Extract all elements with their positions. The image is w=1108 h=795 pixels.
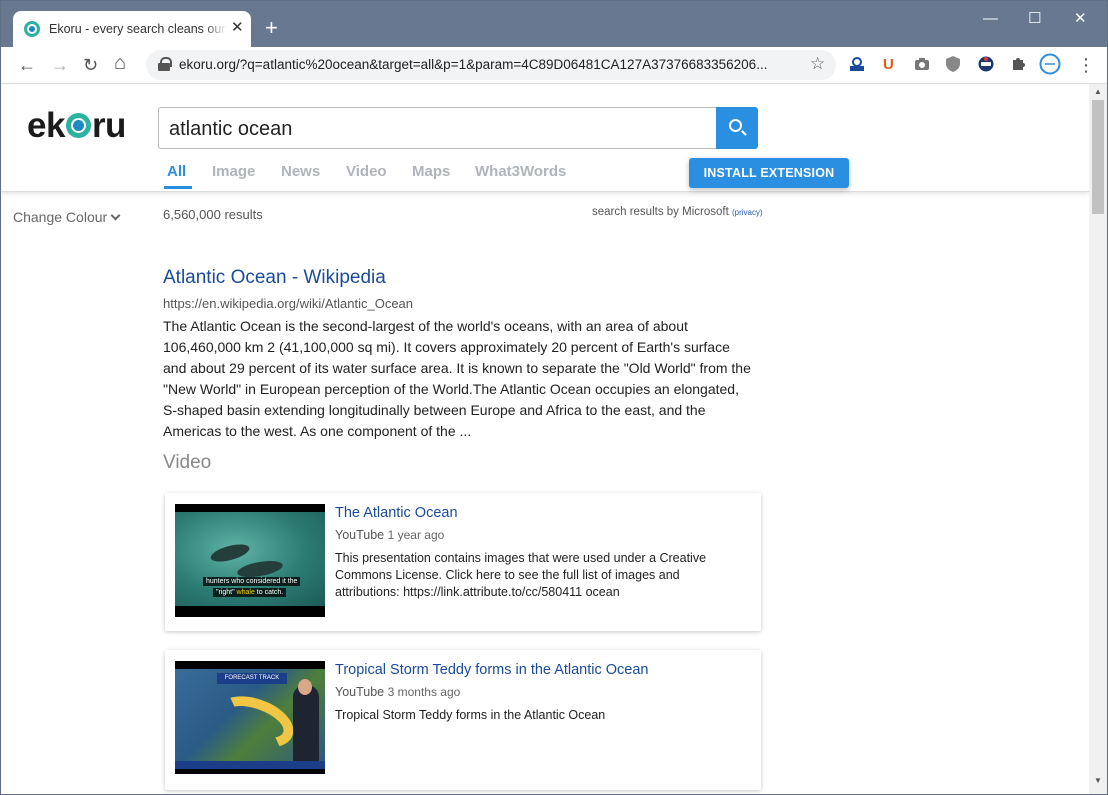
result-title-link[interactable]: Atlantic Ocean - Wikipedia <box>163 267 386 289</box>
scroll-down-icon[interactable]: ▼ <box>1094 776 1102 785</box>
browser-toolbar: ← → ↻ ⌂ ekoru.org/?q=atlantic%20ocean&ta… <box>1 47 1107 84</box>
page-content: ek ru atlantic ocean All Image News Video… <box>1 84 1089 794</box>
change-colour-dropdown[interactable]: Change Colour <box>13 209 121 225</box>
install-extension-button[interactable]: INSTALL EXTENSION <box>689 158 849 188</box>
video-card[interactable]: hunters who considered it the "right" wh… <box>165 493 761 631</box>
extensions-puzzle-icon[interactable] <box>1010 56 1026 77</box>
browser-tab[interactable]: Ekoru - every search cleans our oceans ✕ <box>13 11 251 47</box>
search-query-text[interactable]: atlantic ocean <box>169 118 292 141</box>
forward-icon[interactable]: → <box>51 55 69 75</box>
menu-icon[interactable]: ⋮ <box>1077 55 1095 75</box>
thumbnail-caption: hunters who considered it the <box>203 577 301 586</box>
extension-shield-icon[interactable] <box>946 56 960 77</box>
change-colour-label: Change Colour <box>13 209 108 225</box>
logo-swirl-icon <box>65 113 91 138</box>
video-title-link[interactable]: Tropical Storm Teddy forms in the Atlant… <box>335 662 649 678</box>
video-title-link[interactable]: The Atlantic Ocean <box>335 505 458 521</box>
profile-avatar[interactable] <box>1039 53 1061 80</box>
chevron-down-icon <box>110 210 121 221</box>
result-url: https://en.wikipedia.org/wiki/Atlantic_O… <box>163 296 414 311</box>
extension-u-icon[interactable]: U <box>883 56 894 74</box>
video-card[interactable]: FORECAST TRACK Tropical Storm Teddy form… <box>165 650 761 790</box>
reload-icon[interactable]: ↻ <box>83 55 98 75</box>
ekoru-logo[interactable]: ek ru <box>27 106 126 146</box>
lock-icon[interactable] <box>158 57 172 71</box>
logo-text-left: ek <box>27 106 65 145</box>
video-meta: YouTube 1 year ago <box>335 528 445 542</box>
storm-thumbnail-image: FORECAST TRACK <box>175 669 325 769</box>
video-meta: YouTube 3 months ago <box>335 685 461 699</box>
tab-what3words[interactable]: What3Words <box>475 163 566 180</box>
tab-image[interactable]: Image <box>212 163 255 180</box>
address-bar[interactable]: ekoru.org/?q=atlantic%20ocean&target=all… <box>146 50 836 80</box>
search-input[interactable]: atlantic ocean <box>158 107 717 149</box>
page-scrollbar[interactable]: ▲ ▼ <box>1089 84 1107 794</box>
tab-all[interactable]: All <box>163 163 193 189</box>
search-icon <box>729 119 742 132</box>
title-bar: Ekoru - every search cleans our oceans ✕… <box>1 1 1107 47</box>
video-thumbnail[interactable]: FORECAST TRACK <box>175 661 325 774</box>
thumbnail-label: FORECAST TRACK <box>217 673 287 684</box>
tab-close-icon[interactable]: ✕ <box>231 20 244 36</box>
logo-text-right: ru <box>91 106 127 145</box>
thumbnail-caption-2: "right" whale to catch. <box>213 588 287 597</box>
new-tab-button[interactable]: + <box>265 17 278 39</box>
provider-text: search results by Microsoft <box>592 206 729 218</box>
video-description: Tropical Storm Teddy forms in the Atlant… <box>335 708 606 722</box>
video-section-title: Video <box>163 452 212 473</box>
bookmark-star-icon[interactable]: ☆ <box>810 54 825 74</box>
extension-camera-icon[interactable] <box>914 56 930 77</box>
scroll-thumb[interactable] <box>1092 100 1104 214</box>
scroll-up-icon[interactable]: ▲ <box>1094 87 1102 96</box>
url-text[interactable]: ekoru.org/?q=atlantic%20ocean&target=all… <box>179 57 794 72</box>
minimize-button[interactable]: — <box>983 9 998 29</box>
privacy-link[interactable]: (privacy) <box>732 208 763 217</box>
ekoru-favicon-icon <box>24 21 40 37</box>
extension-download-icon[interactable] <box>849 56 865 77</box>
site-header: ek ru atlantic ocean All Image News Video… <box>1 84 1089 192</box>
back-icon[interactable]: ← <box>18 55 36 75</box>
extension-face-icon[interactable] <box>978 56 994 77</box>
video-description: This presentation contains images that w… <box>335 551 707 599</box>
tab-maps[interactable]: Maps <box>412 163 450 180</box>
close-window-button[interactable]: ✕ <box>1074 9 1087 29</box>
video-thumbnail[interactable]: hunters who considered it the "right" wh… <box>175 504 325 617</box>
tab-video[interactable]: Video <box>346 163 387 180</box>
tab-title: Ekoru - every search cleans our oceans <box>49 22 227 36</box>
browser-window: Ekoru - every search cleans our oceans ✕… <box>0 0 1108 795</box>
search-button[interactable] <box>716 107 758 149</box>
result-count: 6,560,000 results <box>163 207 263 222</box>
home-icon[interactable]: ⌂ <box>114 53 126 73</box>
result-snippet: The Atlantic Ocean is the second-largest… <box>163 318 751 439</box>
search-provider: search results by Microsoft (privacy) <box>592 206 763 218</box>
tab-news[interactable]: News <box>281 163 320 180</box>
maximize-button[interactable]: ☐ <box>1028 9 1041 29</box>
